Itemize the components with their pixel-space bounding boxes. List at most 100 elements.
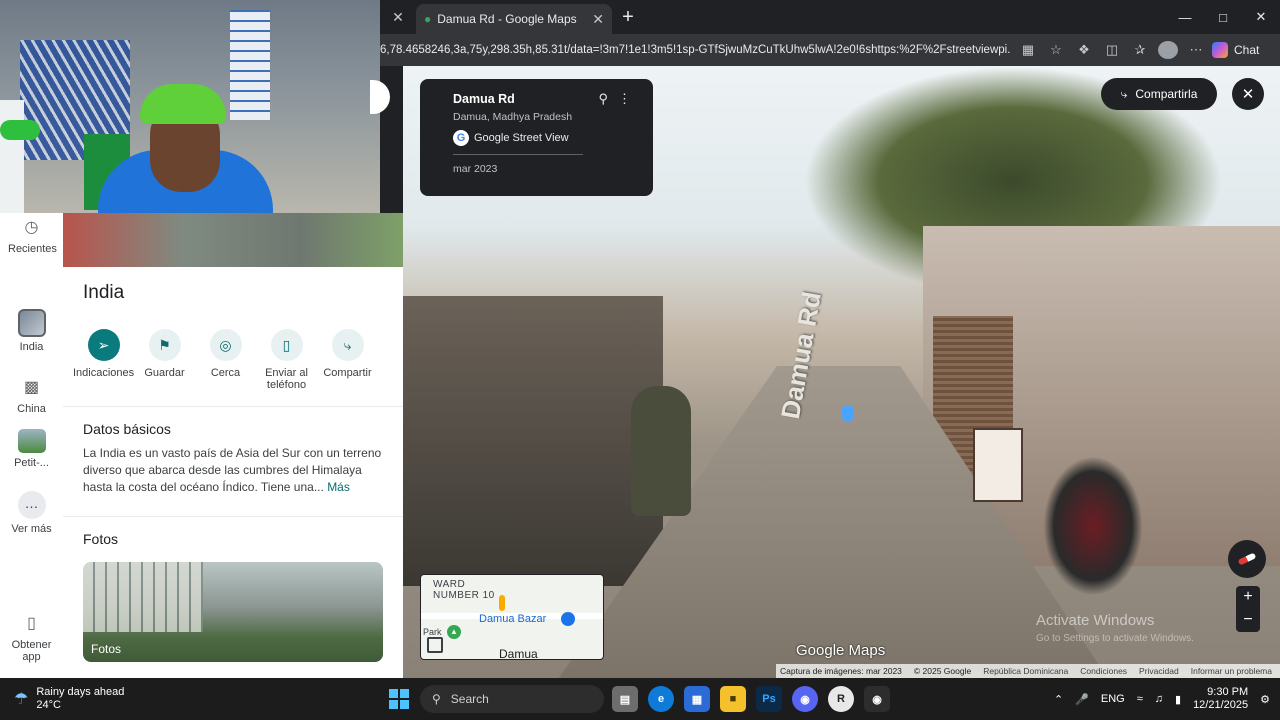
discord-icon[interactable]: ◉ bbox=[792, 686, 818, 712]
rail-item-obtener-app[interactable]: ▯ Obtener app bbox=[0, 609, 63, 663]
rail-label: Petit-... bbox=[14, 457, 49, 469]
action-label: Enviar al teléfono bbox=[265, 367, 308, 391]
star-icon[interactable]: ☆ bbox=[1046, 42, 1066, 58]
url-field[interactable]: 6,78.4658246,3a,75y,298.35h,85.31t/data=… bbox=[380, 44, 1010, 56]
rail-item-recientes[interactable]: ◷ Recientes bbox=[0, 213, 63, 255]
capture-date[interactable]: mar 2023 bbox=[453, 163, 653, 175]
share-icon: ⤷ bbox=[1120, 86, 1128, 101]
rail-label: China bbox=[17, 403, 46, 415]
weather-widget[interactable]: ☂ Rainy days ahead 24°C bbox=[14, 686, 124, 712]
pegman-icon bbox=[499, 595, 505, 611]
pinned-apps: ▤ e ▦ ■ Ps ◉ R ◉ bbox=[612, 686, 890, 712]
close-tab-icon[interactable]: ✕ bbox=[592, 11, 604, 28]
card-brand: G Google Street View bbox=[453, 130, 583, 155]
close-tab-icon[interactable]: ✕ bbox=[380, 0, 416, 34]
action-label: Indicaciones bbox=[73, 367, 135, 379]
new-tab-button[interactable]: + bbox=[612, 0, 644, 34]
footer-capture: Captura de imágenes: mar 2023 bbox=[780, 666, 902, 676]
close-window-icon[interactable]: ✕ bbox=[1242, 0, 1280, 34]
edge-icon[interactable]: e bbox=[648, 686, 674, 712]
chat-label: Chat bbox=[1234, 43, 1260, 57]
menu-dots-icon[interactable]: ⋮ bbox=[618, 91, 631, 107]
copilot-chat-button[interactable]: Chat bbox=[1212, 42, 1259, 58]
google-maps-logo: Google Maps bbox=[796, 642, 886, 659]
place-panel: India ➢ Indicaciones ⚑ Guardar ◎ Cerca ▯… bbox=[63, 213, 403, 678]
rail-label: Obtener app bbox=[11, 639, 52, 663]
minimap[interactable]: WARD NUMBER 10 Damua Bazar ▲ Park Damua bbox=[420, 574, 604, 660]
window-controls: — □ ✕ bbox=[1166, 0, 1280, 34]
map-footer: Captura de imágenes: mar 2023 © 2025 Goo… bbox=[776, 664, 1280, 678]
save-button[interactable]: ⚑ Guardar bbox=[134, 329, 195, 406]
basics-heading: Datos básicos bbox=[83, 421, 171, 437]
zoom-in-button[interactable]: + bbox=[1236, 586, 1260, 609]
minimap-ward-label: WARD NUMBER 10 bbox=[433, 579, 495, 601]
file-explorer-icon[interactable]: ■ bbox=[720, 686, 746, 712]
favorites-icon[interactable]: ✰ bbox=[1130, 42, 1150, 58]
extensions-icon[interactable]: ❖ bbox=[1074, 42, 1094, 58]
rail-item-china[interactable]: ▩ China bbox=[0, 373, 63, 415]
nearby-button[interactable]: ◎ Cerca bbox=[195, 329, 256, 406]
send-to-phone-icon: ▯ bbox=[270, 329, 303, 361]
taskbar-search[interactable]: ⚲ Search bbox=[420, 685, 604, 713]
chevron-up-icon[interactable]: ⌃ bbox=[1054, 693, 1063, 706]
footer-privacy[interactable]: Privacidad bbox=[1139, 666, 1179, 676]
minimap-bazar-label: Damua Bazar bbox=[479, 613, 547, 625]
history-icon: ◷ bbox=[24, 219, 39, 236]
roblox-icon[interactable]: R bbox=[828, 686, 854, 712]
clock[interactable]: 9:30 PM 12/21/2025 bbox=[1193, 686, 1248, 712]
tab-google-maps[interactable]: ● Damua Rd - Google Maps ✕ bbox=[416, 4, 612, 34]
language-indicator[interactable]: ENG bbox=[1101, 693, 1125, 705]
photo-thumbnail[interactable]: Fotos bbox=[83, 562, 383, 662]
hand-cursor-icon bbox=[842, 406, 854, 422]
brand-text: Google Street View bbox=[474, 132, 569, 144]
action-label: Cerca bbox=[210, 367, 241, 379]
rail-item-india[interactable]: India bbox=[0, 309, 63, 353]
footer-report[interactable]: Informar un problema bbox=[1191, 666, 1272, 676]
obs-icon[interactable]: ◉ bbox=[864, 686, 890, 712]
zoom-out-button[interactable]: − bbox=[1236, 609, 1260, 632]
split-screen-icon[interactable]: ◫ bbox=[1102, 42, 1122, 58]
shopping-pin-icon bbox=[561, 612, 575, 626]
footer-terms[interactable]: Condiciones bbox=[1080, 666, 1127, 676]
hero-image[interactable] bbox=[63, 213, 403, 267]
close-street-view-button[interactable]: ✕ bbox=[1232, 78, 1264, 110]
store-icon[interactable]: ▦ bbox=[684, 686, 710, 712]
footer-region[interactable]: República Dominicana bbox=[983, 666, 1068, 676]
wifi-icon[interactable]: ≈ bbox=[1137, 693, 1143, 705]
notification-bell-icon[interactable]: ⚙ bbox=[1260, 693, 1270, 706]
profile-avatar[interactable] bbox=[1158, 41, 1178, 59]
minimize-icon[interactable]: — bbox=[1166, 0, 1204, 34]
search-placeholder: Search bbox=[450, 692, 489, 706]
task-view-icon[interactable]: ▤ bbox=[612, 686, 638, 712]
action-label: Compartir bbox=[323, 367, 372, 379]
rail-item-ver-mas[interactable]: … Ver más bbox=[0, 491, 63, 535]
india-thumbnail bbox=[17, 309, 46, 337]
expand-map-icon[interactable] bbox=[427, 637, 443, 653]
share-label: Compartirla bbox=[1135, 87, 1198, 101]
minimap-park-label: Park bbox=[423, 627, 442, 637]
more-link[interactable]: Más bbox=[327, 480, 350, 494]
app-install-icon[interactable]: ▦ bbox=[1018, 42, 1038, 58]
address-bar: 6,78.4658246,3a,75y,298.35h,85.31t/data=… bbox=[380, 34, 1280, 66]
activate-windows-subtitle: Go to Settings to activate Windows. bbox=[1036, 633, 1194, 644]
microphone-icon[interactable]: 🎤 bbox=[1075, 693, 1089, 706]
maximize-icon[interactable]: □ bbox=[1204, 0, 1242, 34]
battery-icon[interactable]: ▮ bbox=[1175, 693, 1181, 706]
directions-button[interactable]: ➢ Indicaciones bbox=[73, 329, 134, 406]
share-button[interactable]: ⤷ Compartir bbox=[317, 329, 378, 406]
send-to-phone-button[interactable]: ▯ Enviar al teléfono bbox=[256, 329, 317, 406]
rail-item-petit[interactable]: Petit-... bbox=[0, 429, 63, 469]
rain-cloud-icon: ☂ bbox=[14, 690, 29, 708]
more-icon: … bbox=[17, 491, 46, 519]
location-pin-icon[interactable]: ⚲ bbox=[598, 91, 608, 107]
place-title: India bbox=[83, 282, 125, 303]
shop-sign bbox=[973, 428, 1023, 502]
minimap-town-label: Damua bbox=[499, 647, 538, 660]
start-button[interactable] bbox=[389, 689, 409, 709]
phone-icon: ▯ bbox=[27, 615, 36, 632]
menu-dots-icon[interactable]: ⋯ bbox=[1186, 42, 1206, 58]
copilot-icon bbox=[1212, 42, 1228, 58]
volume-icon[interactable]: ♫ bbox=[1155, 693, 1163, 705]
share-street-view-button[interactable]: ⤷ Compartirla bbox=[1101, 78, 1217, 110]
photoshop-icon[interactable]: Ps bbox=[756, 686, 782, 712]
